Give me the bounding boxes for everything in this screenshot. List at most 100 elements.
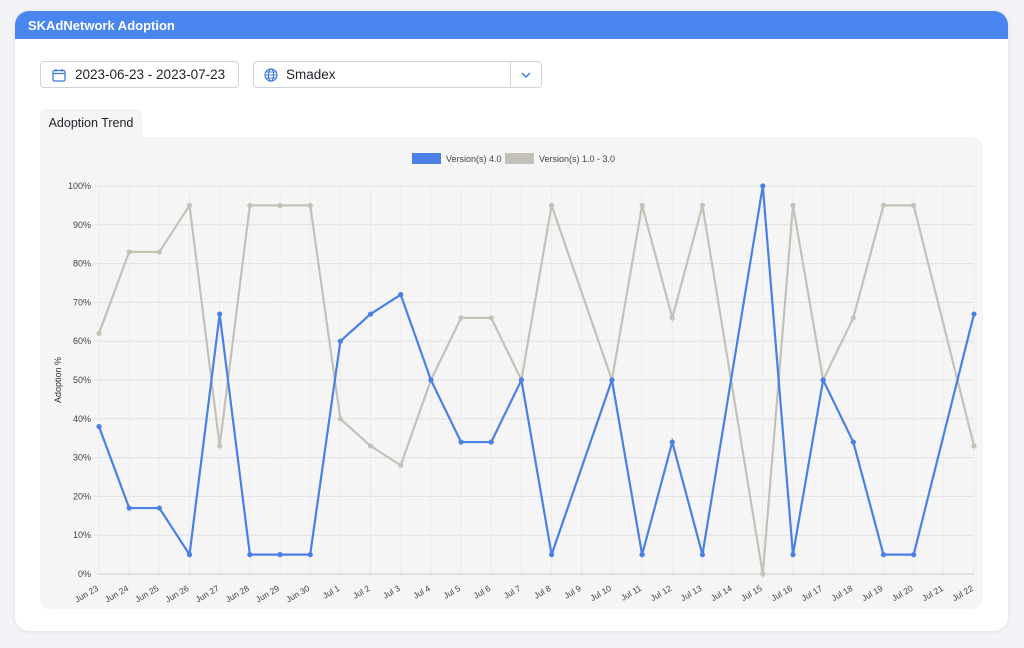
data-point[interactable] [850,315,856,321]
x-tick-label: Jul 21 [920,583,945,603]
network-selector[interactable]: Smadex [253,61,542,88]
x-tick-label: Jul 5 [442,583,463,601]
y-axis-title: Adoption % [53,357,63,403]
data-point[interactable] [186,202,193,208]
y-tick-label: 30% [73,453,91,463]
network-selector-value: Smadex [286,67,336,82]
x-tick-label: Jun 25 [133,583,160,605]
data-point[interactable] [639,202,645,208]
data-point[interactable] [277,202,283,208]
legend-label: Version(s) 1.0 - 3.0 [539,154,615,164]
x-tick-label: Jun 23 [73,583,100,605]
x-tick-label: Jul 17 [799,583,824,603]
x-tick-label: Jul 22 [950,583,975,603]
y-tick-label: 60% [73,336,91,346]
legend-label: Version(s) 4.0 [446,154,502,164]
panel-title: SKAdNetwork Adoption [28,17,175,33]
data-point[interactable] [277,552,283,558]
chevron-down-icon [521,71,531,78]
x-tick-label: Jul 2 [351,583,372,601]
data-point[interactable] [247,552,253,558]
data-point[interactable] [911,202,917,208]
legend-swatch [505,153,534,164]
data-point[interactable] [518,377,525,383]
data-point[interactable] [548,552,555,558]
data-point[interactable] [307,552,313,558]
adoption-trend-chart-card: 0% 10% 20% 30% 40% 50% 60% 70% 80% 90% 100% Jun 23 J… [40,137,983,609]
data-point[interactable] [217,311,223,317]
data-point[interactable] [760,183,766,189]
data-point[interactable] [217,443,223,449]
data-point[interactable] [760,571,766,577]
x-tick-label: Jun 27 [194,583,221,605]
y-tick-label: 100% [68,181,91,191]
network-dropdown-button[interactable] [510,62,541,87]
x-tick-label: Jun 28 [224,583,251,605]
data-point[interactable] [639,552,645,558]
data-point[interactable] [337,416,343,422]
data-point[interactable] [880,552,887,558]
data-point[interactable] [186,552,193,558]
data-point[interactable] [880,202,887,208]
data-point[interactable] [96,423,102,430]
y-tick-label: 0% [78,569,91,579]
x-tick-label: Jul 12 [649,583,674,603]
y-tick-label: 50% [73,375,91,385]
y-tick-label: 80% [73,259,91,269]
x-tick-label: Jul 6 [472,583,493,601]
panel-header: SKAdNetwork Adoption [15,11,1008,39]
y-tick-label: 40% [73,414,91,424]
adoption-trend-chart: 0%10%20%30%40%50%60%70%80%90%100%Jun 23 J… [53,153,977,605]
data-point[interactable] [488,439,494,445]
data-point[interactable] [609,377,615,383]
data-point[interactable] [971,311,977,317]
data-point[interactable] [428,377,434,383]
data-point[interactable] [911,552,917,558]
x-tick-label: Jul 16 [769,583,794,603]
data-point[interactable] [790,552,796,558]
data-point[interactable] [96,330,102,337]
data-point[interactable] [367,311,374,317]
data-point[interactable] [307,202,313,208]
x-tick-label: Jul 8 [532,583,553,601]
data-point[interactable] [337,338,343,344]
data-point[interactable] [398,462,404,468]
data-point[interactable] [669,315,675,321]
data-point[interactable] [156,249,162,255]
tab-adoption-trend[interactable]: Adoption Trend [40,109,142,137]
data-point[interactable] [367,443,374,449]
data-point[interactable] [126,505,132,511]
x-tick-label: Jun 29 [254,583,281,605]
x-tick-label: Jul 4 [411,583,432,601]
calendar-icon [49,65,69,85]
data-point[interactable] [669,439,675,445]
x-tick-label: Jul 13 [679,583,704,603]
data-point[interactable] [458,439,464,445]
date-range-value: 2023-06-23 - 2023-07-23 [75,67,226,82]
x-tick-label: Jul 14 [709,583,734,603]
data-point[interactable] [699,202,706,208]
data-point[interactable] [247,202,253,208]
skadnetwork-adoption-panel: SKAdNetwork Adoption 2023-06-23 - 2023-0… [15,11,1008,631]
x-tick-label: Jun 26 [163,583,190,605]
x-tick-label: Jul 19 [860,583,885,603]
legend-swatch [412,153,441,164]
y-tick-label: 70% [73,297,91,307]
data-point[interactable] [398,292,404,298]
y-tick-label: 90% [73,220,91,230]
data-point[interactable] [156,505,162,511]
data-point[interactable] [458,315,464,321]
data-point[interactable] [699,552,706,558]
y-tick-label: 20% [73,491,91,501]
data-point[interactable] [790,202,796,208]
x-tick-label: Jun 24 [103,583,130,605]
x-tick-label: Jun 30 [284,583,311,605]
data-point[interactable] [126,249,132,255]
x-tick-label: Jul 1 [321,583,342,601]
data-point[interactable] [820,377,826,383]
data-point[interactable] [488,315,494,321]
data-point[interactable] [548,202,555,208]
data-point[interactable] [850,439,856,445]
data-point[interactable] [971,443,977,449]
date-range-picker[interactable]: 2023-06-23 - 2023-07-23 [40,61,239,88]
